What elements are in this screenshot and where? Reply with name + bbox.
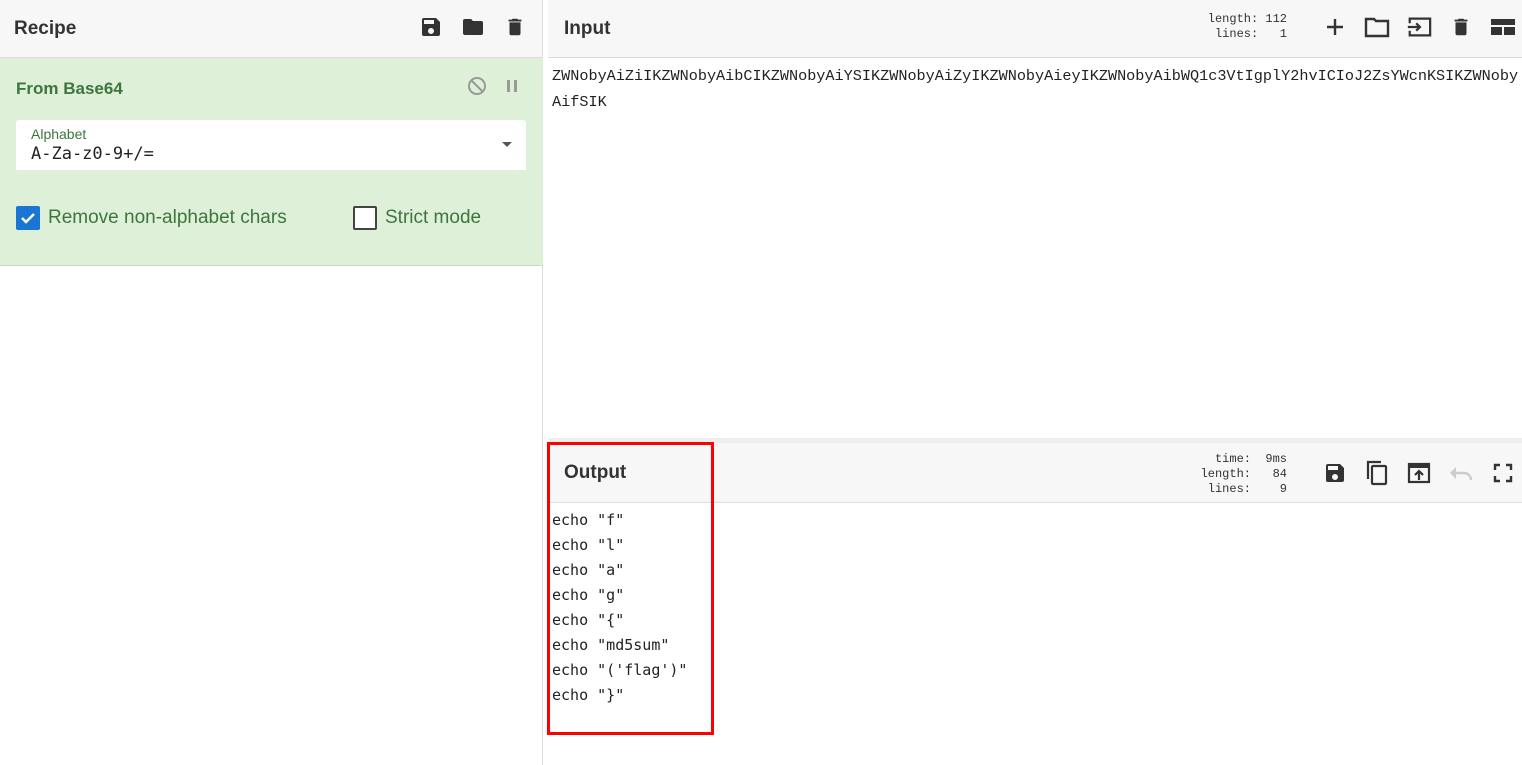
from-base64-operation[interactable]: From Base64 Alphabet A-Za-z0-9+/= Remove…: [0, 58, 543, 266]
alphabet-select[interactable]: Alphabet A-Za-z0-9+/=: [16, 120, 526, 170]
maximize-icon[interactable]: [1490, 460, 1516, 486]
output-lines: lines: 9: [1200, 482, 1287, 496]
pause-icon[interactable]: [505, 76, 519, 101]
input-lines: lines: 1: [1207, 27, 1287, 41]
red-highlight-box: [547, 442, 714, 735]
output-time: time: 9ms: [1200, 452, 1287, 466]
recipe-header: Recipe: [0, 0, 542, 58]
save-icon[interactable]: [418, 14, 444, 40]
input-length: length: 112: [1207, 12, 1287, 26]
plus-icon[interactable]: [1322, 14, 1348, 40]
recipe-panel: Recipe From Base64 Alphabet A-Za-z0-9+/=…: [0, 0, 543, 765]
input-title: Input: [564, 17, 611, 39]
input-header: Input length: 112 lines: 1: [548, 0, 1522, 58]
disable-icon[interactable]: [467, 76, 487, 101]
chevron-down-icon[interactable]: [502, 142, 512, 147]
checkbox-unchecked-icon[interactable]: [353, 206, 377, 230]
input-textarea[interactable]: ZWNobyAiZiIKZWNobyAibCIKZWNobyAiYSIKZWNo…: [552, 63, 1522, 115]
trash-icon[interactable]: [502, 14, 528, 40]
alphabet-value: A-Za-z0-9+/=: [31, 144, 154, 164]
remove-non-alphabet-checkbox[interactable]: Remove non-alphabet chars: [16, 206, 287, 230]
input-file-icon[interactable]: [1406, 14, 1432, 40]
output-length: length: 84: [1200, 467, 1287, 481]
output-stats: time: 9ms length: 84 lines: 9: [1201, 452, 1287, 497]
input-stats: length: 112 lines: 1: [1208, 12, 1287, 42]
save-icon[interactable]: [1322, 460, 1348, 486]
strict-mode-checkbox[interactable]: Strict mode: [353, 206, 481, 230]
alphabet-label: Alphabet: [31, 126, 87, 142]
layout-icon[interactable]: [1490, 14, 1516, 40]
recipe-title: Recipe: [14, 17, 77, 39]
operation-name: From Base64: [16, 79, 123, 98]
undo-icon[interactable]: [1448, 460, 1474, 486]
copy-icon[interactable]: [1364, 460, 1390, 486]
folder-open-icon[interactable]: [1364, 14, 1390, 40]
trash-icon[interactable]: [1448, 14, 1474, 40]
replace-input-icon[interactable]: [1406, 460, 1432, 486]
strict-mode-label: Strict mode: [385, 207, 482, 228]
folder-icon[interactable]: [460, 14, 486, 40]
checkbox-checked-icon[interactable]: [16, 206, 40, 230]
remove-non-alphabet-label: Remove non-alphabet chars: [48, 207, 287, 228]
